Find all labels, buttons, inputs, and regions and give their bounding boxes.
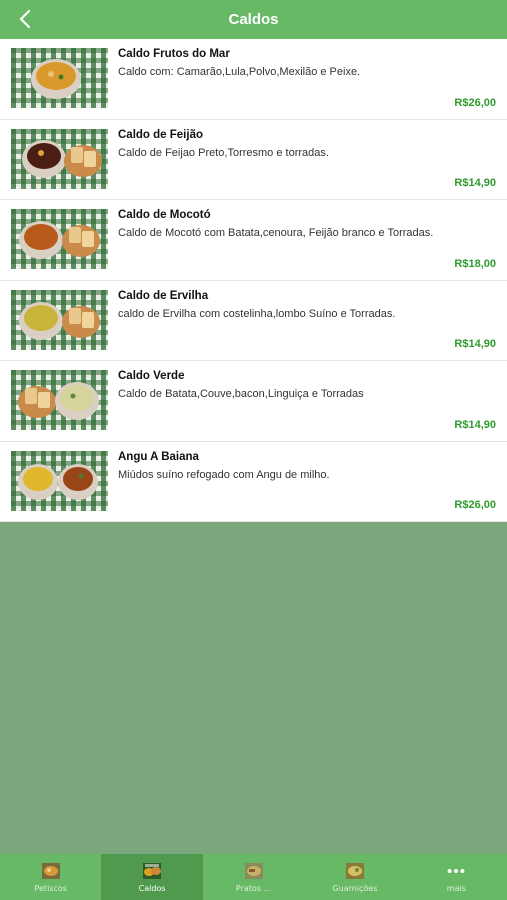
list-item[interactable]: Caldo de Mocotó Caldo de Mocotó com Bata… (0, 200, 507, 281)
list-item[interactable]: Caldo Verde Caldo de Batata,Couve,bacon,… (0, 361, 507, 442)
item-price: R$14,90 (454, 177, 496, 189)
petiscos-food-icon (41, 863, 60, 879)
navigation-bar: Caldos (0, 0, 507, 39)
item-description: Caldo com: Camarão,Lula,Polvo,Mexilão e … (118, 66, 361, 78)
tab-guarnicoes[interactable]: Guarnições (304, 854, 405, 900)
more-dots-icon (447, 869, 465, 873)
dish-photo (11, 370, 108, 430)
caldos-food-icon (143, 863, 162, 879)
tab-label: Pratos ... (235, 884, 272, 893)
dish-photo (11, 289, 108, 350)
tab-mais[interactable]: mais (406, 854, 507, 900)
item-name: Caldo de Feijão (118, 128, 203, 141)
item-price: R$26,00 (454, 96, 496, 109)
item-price: R$26,00 (454, 499, 496, 511)
item-name: Caldo de Mocotó (118, 209, 211, 221)
item-name: Caldo Frutos do Mar (118, 48, 230, 60)
tab-bar: Petiscos Caldos Pratos ... Guarnições ma… (0, 854, 507, 900)
page-title: Caldos (228, 11, 279, 28)
item-name: Caldo Verde (118, 370, 185, 382)
item-description: Caldo de Batata,Couve,bacon,Linguiça e T… (118, 388, 364, 400)
item-description: Caldo de Mocotó com Batata,cenoura, Feij… (118, 227, 434, 239)
item-price: R$14,90 (454, 418, 496, 431)
chevron-left-icon (19, 9, 31, 29)
tab-caldos[interactable]: Caldos (101, 854, 203, 900)
tab-petiscos[interactable]: Petiscos (0, 854, 101, 900)
item-description: caldo de Ervilha com costelinha,lombo Su… (118, 307, 396, 320)
tab-label: mais (446, 884, 466, 893)
item-name: Caldo de Ervilha (118, 289, 209, 302)
dish-photo (11, 48, 108, 108)
tab-pratos[interactable]: Pratos ... (203, 854, 304, 900)
dish-photo (11, 128, 108, 189)
dish-photo (11, 450, 108, 511)
item-price: R$14,90 (454, 338, 496, 350)
guarnicoes-food-icon (345, 863, 364, 879)
list-item[interactable]: Angu A Baiana Miúdos suíno refogado com … (0, 442, 507, 522)
item-description: Miúdos suíno refogado com Angu de milho. (118, 468, 330, 481)
menu-list: Caldo Frutos do Mar Caldo com: Camarão,L… (0, 39, 507, 522)
dish-photo (11, 209, 108, 269)
list-item[interactable]: Caldo de Feijão Caldo de Feijao Preto,To… (0, 120, 507, 200)
item-name: Angu A Baiana (118, 450, 199, 463)
tab-label: Petiscos (34, 884, 67, 893)
item-price: R$18,00 (454, 257, 496, 270)
item-description: Caldo de Feijao Preto,Torresmo e torrada… (118, 146, 329, 159)
pratos-food-icon (244, 863, 263, 879)
tab-label: Guarnições (332, 884, 378, 893)
list-item[interactable]: Caldo Frutos do Mar Caldo com: Camarão,L… (0, 39, 507, 120)
list-item[interactable]: Caldo de Ervilha caldo de Ervilha com co… (0, 281, 507, 361)
tab-label: Caldos (138, 884, 166, 893)
back-button[interactable] (12, 6, 38, 32)
